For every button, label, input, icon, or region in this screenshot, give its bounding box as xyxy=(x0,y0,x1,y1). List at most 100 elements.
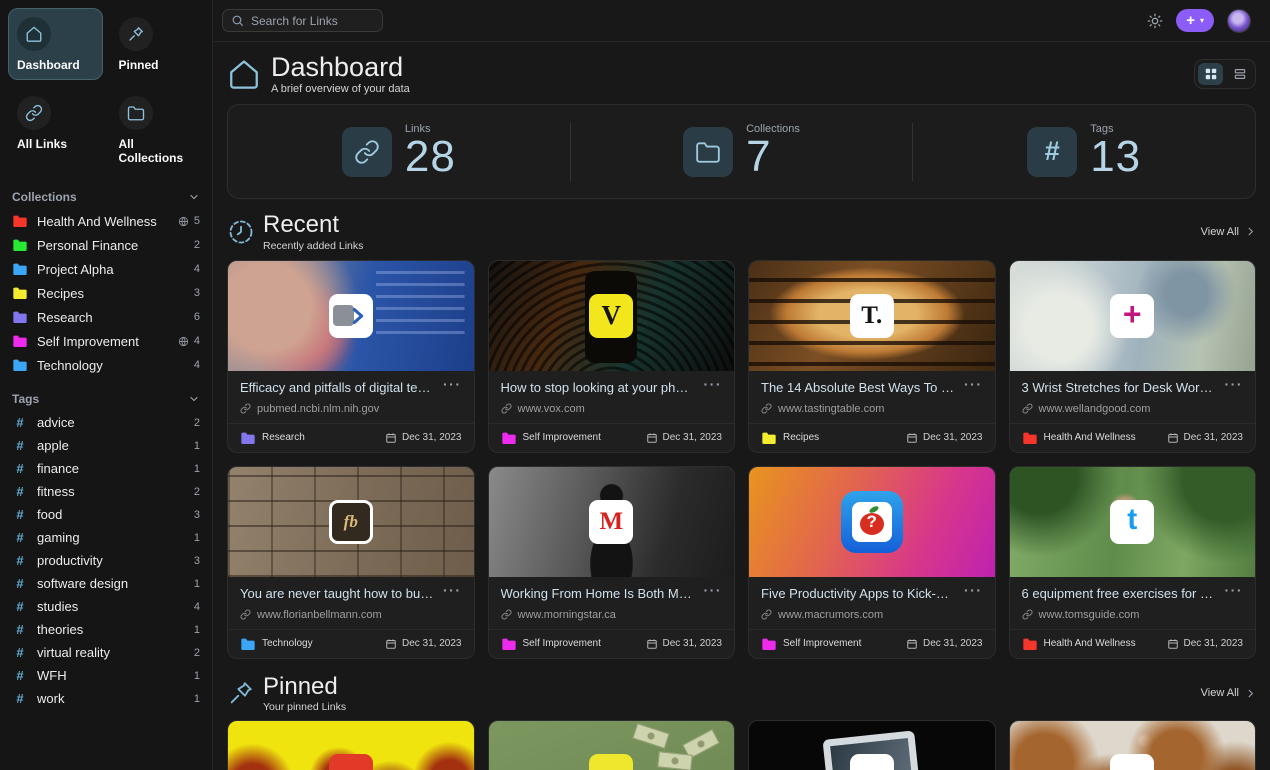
link-title[interactable]: The 14 Absolute Best Ways To Elevate Fr.… xyxy=(761,380,956,395)
tag-item-wfh[interactable]: #WFH1 xyxy=(0,664,212,687)
link-preview-image[interactable] xyxy=(228,261,474,371)
link-card[interactable] xyxy=(227,720,475,770)
more-options-button[interactable]: ··· xyxy=(1225,586,1244,596)
link-url[interactable]: www.vox.com xyxy=(501,403,723,415)
link-collection[interactable]: Recipes xyxy=(783,432,819,443)
link-collection[interactable]: Self Improvement xyxy=(783,638,861,649)
collection-item-research[interactable]: Research 6 xyxy=(0,305,212,329)
link-collection[interactable]: Health And Wellness xyxy=(1044,638,1136,649)
link-preview-image[interactable]: t xyxy=(1010,467,1256,577)
link-card[interactable]: T. The 14 Absolute Best Ways To Elevate … xyxy=(748,260,996,453)
more-options-button[interactable]: ··· xyxy=(704,380,723,390)
collection-item-technology[interactable]: Technology 4 xyxy=(0,353,212,377)
tag-item-virtual-reality[interactable]: #virtual reality2 xyxy=(0,641,212,664)
link-title[interactable]: Five Productivity Apps to Kick-Start the… xyxy=(761,586,956,601)
tag-item-studies[interactable]: #studies4 xyxy=(0,595,212,618)
tag-name: work xyxy=(37,691,64,706)
link-url[interactable]: www.wellandgood.com xyxy=(1022,403,1244,415)
avatar[interactable] xyxy=(1227,9,1251,33)
link-preview-image[interactable] xyxy=(1010,721,1256,770)
link-title[interactable]: 6 equipment free exercises for sculpting… xyxy=(1022,586,1217,601)
link-card[interactable]: V How to stop looking at your phone – Vo… xyxy=(488,260,736,453)
pinned-view-all-link[interactable]: View All xyxy=(1201,687,1256,699)
link-preview-image[interactable] xyxy=(228,721,474,770)
chevron-down-icon[interactable] xyxy=(188,191,200,203)
link-date: Dec 31, 2023 xyxy=(906,638,983,650)
collection-item-recipes[interactable]: Recipes 3 xyxy=(0,281,212,305)
more-options-button[interactable]: ··· xyxy=(964,586,983,596)
link-title[interactable]: Efficacy and pitfalls of digital technol… xyxy=(240,380,435,395)
folder-icon xyxy=(1022,636,1038,652)
link-url[interactable]: pubmed.ncbi.nlm.nih.gov xyxy=(240,403,462,415)
link-card[interactable] xyxy=(1009,720,1257,770)
sidebar-item-all-collections[interactable]: All Collections xyxy=(110,87,205,173)
more-options-button[interactable]: ··· xyxy=(704,586,723,596)
link-collection[interactable]: Self Improvement xyxy=(523,638,601,649)
tag-item-gaming[interactable]: #gaming1 xyxy=(0,526,212,549)
link-title[interactable]: You are never taught how to build qualit… xyxy=(240,586,435,601)
more-options-button[interactable]: ··· xyxy=(443,586,462,596)
search-input[interactable] xyxy=(251,14,374,28)
search-bar[interactable] xyxy=(222,9,383,32)
link-preview-image[interactable]: fb xyxy=(228,467,474,577)
link-collection[interactable]: Health And Wellness xyxy=(1044,432,1136,443)
more-options-button[interactable]: ··· xyxy=(964,380,983,390)
link-card[interactable]: fb You are never taught how to build qua… xyxy=(227,466,475,659)
tag-item-fitness[interactable]: #fitness2 xyxy=(0,480,212,503)
link-preview-image[interactable]: T. xyxy=(749,261,995,371)
collection-item-project-alpha[interactable]: Project Alpha 4 xyxy=(0,257,212,281)
sidebar-item-pinned[interactable]: Pinned xyxy=(110,8,205,80)
recent-view-all-link[interactable]: View All xyxy=(1201,226,1256,238)
link-card[interactable]: + 3 Wrist Stretches for Desk Workers to … xyxy=(1009,260,1257,453)
list-view-button[interactable] xyxy=(1227,63,1252,85)
chevron-down-icon[interactable] xyxy=(188,393,200,405)
more-options-button[interactable]: ··· xyxy=(443,380,462,390)
link-collection[interactable]: Technology xyxy=(262,638,313,649)
link-collection[interactable]: Research xyxy=(262,432,305,443)
new-item-button[interactable]: + ▾ xyxy=(1176,9,1214,32)
link-title[interactable]: How to stop looking at your phone – Vox xyxy=(501,380,696,395)
collection-item-personal-finance[interactable]: Personal Finance 2 xyxy=(0,233,212,257)
link-preview-image[interactable] xyxy=(489,721,735,770)
link-card[interactable]: Efficacy and pitfalls of digital technol… xyxy=(227,260,475,453)
theme-toggle-sun-icon[interactable] xyxy=(1147,13,1163,29)
stat-collections: Collections 7 xyxy=(571,123,913,180)
link-collection[interactable]: Self Improvement xyxy=(523,432,601,443)
tag-item-apple[interactable]: #apple1 xyxy=(0,434,212,457)
tag-item-theories[interactable]: #theories1 xyxy=(0,618,212,641)
more-options-button[interactable]: ··· xyxy=(1225,380,1244,390)
link-card[interactable]: M Working From Home Is Both More and L..… xyxy=(488,466,736,659)
sidebar-item-all-links[interactable]: All Links xyxy=(8,87,103,173)
link-preview-image[interactable]: ? xyxy=(749,467,995,577)
link-preview-image[interactable]: V xyxy=(489,261,735,371)
folder-icon xyxy=(12,285,28,301)
link-title[interactable]: 3 Wrist Stretches for Desk Workers to D.… xyxy=(1022,380,1217,395)
collection-item-health-and-wellness[interactable]: Health And Wellness 5 xyxy=(0,209,212,233)
link-date-text: Dec 31, 2023 xyxy=(663,638,723,649)
link-url[interactable]: www.tastingtable.com xyxy=(761,403,983,415)
view-toggle xyxy=(1194,59,1256,89)
link-url[interactable]: www.tomsguide.com xyxy=(1022,609,1244,621)
tag-count: 1 xyxy=(194,532,200,544)
link-title[interactable]: Working From Home Is Both More and L... xyxy=(501,586,696,601)
link-url[interactable]: www.morningstar.ca xyxy=(501,609,723,621)
chevron-right-icon xyxy=(1245,688,1256,699)
link-card[interactable] xyxy=(488,720,736,770)
grid-view-button[interactable] xyxy=(1198,63,1223,85)
link-card[interactable]: t 6 equipment free exercises for sculpti… xyxy=(1009,466,1257,659)
link-preview-image[interactable]: M xyxy=(489,467,735,577)
link-url[interactable]: www.florianbellmann.com xyxy=(240,609,462,621)
link-preview-image[interactable] xyxy=(749,721,995,770)
collection-item-self-improvement[interactable]: Self Improvement 4 xyxy=(0,329,212,353)
tag-item-productivity[interactable]: #productivity3 xyxy=(0,549,212,572)
tag-item-finance[interactable]: #finance1 xyxy=(0,457,212,480)
tag-item-work[interactable]: #work1 xyxy=(0,687,212,710)
tag-item-advice[interactable]: #advice2 xyxy=(0,411,212,434)
sidebar-item-dashboard[interactable]: Dashboard xyxy=(8,8,103,80)
link-preview-image[interactable]: + xyxy=(1010,261,1256,371)
link-card[interactable]: ? Five Productivity Apps to Kick-Start t… xyxy=(748,466,996,659)
link-url[interactable]: www.macrumors.com xyxy=(761,609,983,621)
link-card[interactable] xyxy=(748,720,996,770)
tag-item-software-design[interactable]: #software design1 xyxy=(0,572,212,595)
tag-item-food[interactable]: #food3 xyxy=(0,503,212,526)
